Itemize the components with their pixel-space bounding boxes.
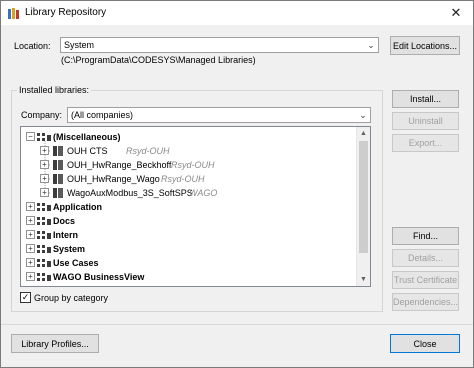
tree-vertical-scrollbar[interactable]: ▲ ▼ [356,127,370,286]
category-icon [37,245,51,253]
trust-certificate-button[interactable]: Trust Certificate [392,271,459,289]
tree-category-miscellaneous[interactable]: − (Miscellaneous) [21,130,351,144]
scroll-up-icon[interactable]: ▲ [357,127,370,140]
library-icon [53,174,63,184]
tree-category-label: Docs [53,216,76,226]
location-path: (C:\ProgramData\CODESYS\Managed Librarie… [61,55,256,65]
window-title: Library Repository [25,7,107,18]
uninstall-button[interactable]: Uninstall [392,112,459,130]
library-name: OUH_HwRange_Beckhoff [67,160,172,170]
export-button[interactable]: Export... [392,134,459,152]
library-icon [53,146,63,156]
expand-icon[interactable]: + [26,230,35,239]
company-value: (All companies) [71,110,134,120]
library-profiles-button[interactable]: Library Profiles... [11,334,99,353]
expand-icon[interactable]: + [26,244,35,253]
category-icon [37,259,51,267]
expand-icon[interactable]: + [40,188,49,197]
expand-icon[interactable]: + [26,272,35,281]
close-button[interactable]: Close [390,334,460,353]
library-name: WagoAuxModbus_3S_SoftSPS [67,188,193,198]
tree-library-item[interactable]: + OUH_HwRange_Wago Rsyd-OUH [21,172,351,186]
category-icon [37,217,51,225]
tree-category-use-cases[interactable]: + Use Cases [21,256,351,270]
chevron-down-icon: ⌄ [367,39,375,50]
location-value: System [64,40,95,50]
library-name: OUH_HwRange_Wago [67,174,160,184]
expand-icon[interactable]: + [40,146,49,155]
tree-category-label: WAGO BusinessView [53,272,145,282]
tree-category-wago-businessview[interactable]: + WAGO BusinessView [21,270,351,284]
tree-library-item[interactable]: + OUH_HwRange_Beckhoff Rsyd-OUH [21,158,351,172]
chevron-down-icon: ⌄ [359,109,367,120]
library-vendor: Rsyd-OUH [126,146,170,156]
category-icon [37,231,51,239]
library-vendor: WAGO [189,188,218,198]
find-button[interactable]: Find... [392,227,459,245]
expand-icon[interactable]: + [26,216,35,225]
library-icon [53,188,63,198]
title-bar: Library Repository ✕ [1,1,473,25]
expand-icon[interactable]: + [26,258,35,267]
group-by-category-label: Group by category [34,293,109,303]
tree-category-label: System [53,244,86,254]
tree-category-label: Intern [53,230,79,240]
company-dropdown[interactable]: (All companies) ⌄ [67,107,371,123]
location-dropdown[interactable]: System ⌄ [60,37,379,53]
tree-category-intern[interactable]: + Intern [21,228,351,242]
tree-category-docs[interactable]: + Docs [21,214,351,228]
tree-category-label: Use Cases [53,258,99,268]
expand-icon[interactable]: + [40,160,49,169]
details-button[interactable]: Details... [392,249,459,267]
expand-icon[interactable]: + [26,202,35,211]
tree-library-item[interactable]: + WagoAuxModbus_3S_SoftSPS WAGO [21,186,351,200]
install-button[interactable]: Install... [392,90,459,108]
edit-locations-button[interactable]: Edit Locations... [390,36,460,55]
tree-category-label: (Miscellaneous) [53,132,121,142]
category-icon [37,203,51,211]
tree-category-application[interactable]: + Application [21,200,351,214]
dependencies-button[interactable]: Dependencies... [392,293,459,311]
installed-libraries-label: Installed libraries: [17,85,92,95]
library-repository-dialog: Library Repository ✕ Location: System ⌄ … [0,0,474,368]
category-icon [37,133,51,141]
tree-category-label: Application [53,202,102,212]
company-label: Company: [21,110,63,120]
tree-category-system[interactable]: + System [21,242,351,256]
group-by-category-checkbox[interactable]: ✓ [20,292,31,303]
scrollbar-thumb[interactable] [359,141,368,253]
expand-icon[interactable]: + [40,174,49,183]
collapse-icon[interactable]: − [26,132,35,141]
library-tree[interactable]: − (Miscellaneous) + OUH CTS Rsyd-OUH + O… [20,126,371,287]
tree-library-item[interactable]: + OUH CTS Rsyd-OUH [21,144,351,158]
location-label: Location: [14,41,51,51]
library-vendor: Rsyd-OUH [161,174,205,184]
library-repository-icon [8,8,19,19]
library-icon [53,160,63,170]
library-name: OUH CTS [67,146,108,156]
library-vendor: Rsyd-OUH [171,160,215,170]
scroll-down-icon[interactable]: ▼ [357,273,370,286]
footer-separator [1,324,473,325]
category-icon [37,273,51,281]
window-close-icon[interactable]: ✕ [439,1,473,25]
